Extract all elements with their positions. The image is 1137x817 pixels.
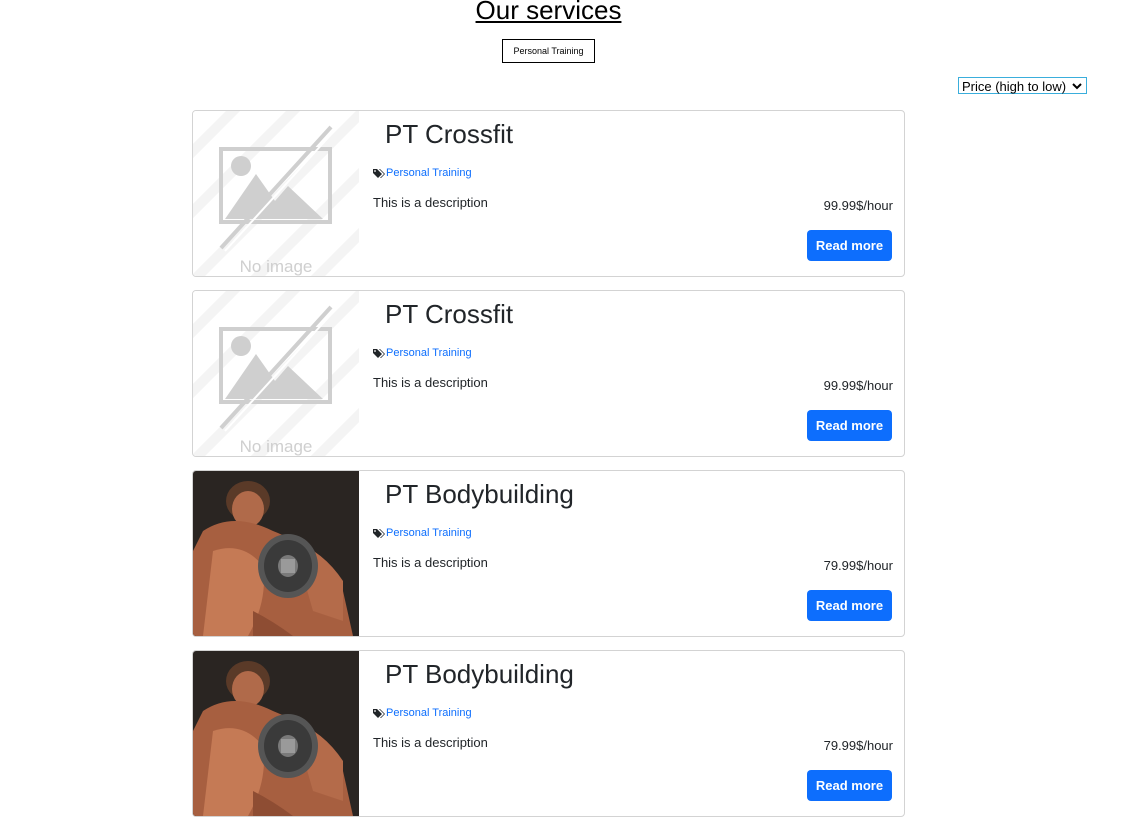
page-title: Our services	[475, 0, 622, 25]
service-card: No image PT Crossfit Personal Training T…	[192, 290, 905, 457]
read-more-button[interactable]: Read more	[807, 230, 892, 261]
bodybuilder-image	[193, 471, 359, 636]
read-more-button[interactable]: Read more	[807, 410, 892, 441]
service-tag-label: Personal Training	[386, 347, 472, 359]
no-image-label: No image	[240, 437, 313, 456]
service-price: 79.99$/hour	[823, 738, 893, 753]
service-tag[interactable]: Personal Training	[373, 705, 472, 721]
no-image-placeholder: No image	[193, 291, 359, 456]
service-tag[interactable]: Personal Training	[373, 525, 472, 541]
service-title: PT Crossfit	[385, 299, 514, 329]
service-card: No image PT Crossfit Personal Training T…	[192, 110, 905, 277]
service-price: 79.99$/hour	[823, 558, 893, 573]
tags-icon	[373, 348, 385, 358]
service-tag[interactable]: Personal Training	[373, 165, 472, 181]
service-card: PT Bodybuilding Personal Training This i…	[192, 470, 905, 637]
read-more-button[interactable]: Read more	[807, 770, 892, 801]
service-title: PT Bodybuilding	[385, 479, 574, 509]
service-description: This is a description	[373, 375, 488, 390]
service-tag-label: Personal Training	[386, 167, 472, 179]
no-image-placeholder: No image	[193, 111, 359, 276]
service-title: PT Crossfit	[385, 119, 514, 149]
service-description: This is a description	[373, 555, 488, 570]
service-description: This is a description	[373, 735, 488, 750]
sort-selected-value: Price (high to low)	[962, 79, 1067, 94]
service-description: This is a description	[373, 195, 488, 210]
service-tag-label: Personal Training	[386, 527, 472, 539]
service-card: PT Bodybuilding Personal Training This i…	[192, 650, 905, 817]
service-tag-label: Personal Training	[386, 707, 472, 719]
chevron-down-icon	[1072, 83, 1082, 90]
service-tag[interactable]: Personal Training	[373, 345, 472, 361]
service-title: PT Bodybuilding	[385, 659, 574, 689]
service-price: 99.99$/hour	[823, 378, 893, 393]
read-more-button[interactable]: Read more	[807, 590, 892, 621]
tags-icon	[373, 708, 385, 718]
no-image-label: No image	[240, 257, 313, 276]
service-price: 99.99$/hour	[823, 198, 893, 213]
tags-icon	[373, 168, 385, 178]
category-filter-button[interactable]: Personal Training	[502, 39, 595, 63]
bodybuilder-image	[193, 651, 359, 816]
sort-select[interactable]: Price (high to low)	[958, 77, 1087, 94]
tags-icon	[373, 528, 385, 538]
